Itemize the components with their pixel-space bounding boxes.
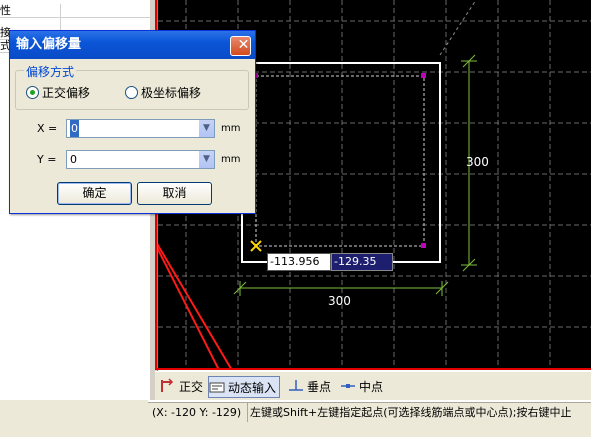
property-row-label: 性	[0, 4, 11, 17]
guide-line	[439, 0, 477, 56]
dynamic-input-x[interactable]: -113.956	[267, 253, 331, 271]
y-unit: mm	[221, 154, 241, 165]
perpendicular-icon	[289, 380, 303, 391]
radio-orthogonal-label: 正交偏移	[42, 86, 91, 100]
section-outline	[241, 62, 441, 263]
dialog-title: 输入偏移量	[16, 37, 82, 52]
y-offset-combo[interactable]: 0 ▼	[66, 150, 215, 169]
snap-toolbar: 正交 动态输入 垂点 中点	[155, 371, 591, 400]
dimension-vertical-label: 300	[466, 155, 489, 169]
close-button[interactable]: ✕	[230, 36, 251, 56]
offset-mode-group: 偏移方式 正交偏移 极坐标偏移	[15, 63, 249, 110]
dynamic-input-label: 动态输入	[228, 380, 277, 395]
rebar-outline	[255, 75, 425, 247]
dynamic-input-toggle[interactable]: 动态输入	[208, 376, 281, 398]
left-bottom-area	[0, 400, 148, 422]
cancel-button[interactable]: 取消	[137, 182, 212, 205]
perpendicular-label: 垂点	[307, 379, 332, 394]
radio-polar-offset[interactable]: 极坐标偏移	[125, 84, 201, 101]
x-offset-value: 0	[70, 120, 79, 137]
dynamic-input-y[interactable]: -129.35	[331, 253, 393, 271]
dialog-title-bar[interactable]: 输入偏移量 ✕	[10, 31, 255, 59]
ortho-toggle[interactable]: 正交	[160, 376, 203, 396]
close-icon: ✕	[237, 37, 250, 53]
annotation-arrow	[158, 243, 233, 370]
chevron-down-icon[interactable]: ▼	[198, 151, 214, 168]
dynamic-input-icon	[209, 382, 225, 393]
midpoint-label: 中点	[359, 379, 384, 394]
x-unit: mm	[221, 123, 241, 134]
ortho-icon	[161, 378, 174, 392]
midpoint-icon	[341, 384, 355, 388]
property-row[interactable]: 性	[0, 4, 150, 18]
ok-button[interactable]: 确定	[57, 182, 132, 205]
radio-polar-label: 极坐标偏移	[141, 86, 202, 100]
radio-checked-icon	[26, 86, 39, 99]
radio-orthogonal-offset[interactable]: 正交偏移	[26, 84, 90, 101]
y-offset-value: 0	[70, 153, 77, 166]
offset-input-dialog: 输入偏移量 ✕ 偏移方式 正交偏移 极坐标偏移 X = 0 ▼ mm Y = 0…	[9, 30, 256, 214]
perpendicular-toggle[interactable]: 垂点	[288, 376, 331, 396]
offset-mode-label: 偏移方式	[24, 63, 77, 80]
status-bar: (X: -120 Y: -129) 左键或Shift+左键指定起点(可选择线筋端…	[148, 402, 591, 423]
status-coordinates: (X: -120 Y: -129)	[152, 403, 248, 423]
radio-unchecked-icon	[125, 86, 138, 99]
dimension-horizontal-label: 300	[328, 294, 351, 308]
midpoint-toggle[interactable]: 中点	[340, 376, 383, 396]
chevron-down-icon[interactable]: ▼	[198, 120, 214, 137]
status-message: 左键或Shift+左键指定起点(可选择线筋端点或中心点);按右键中止	[250, 406, 572, 419]
ortho-label: 正交	[179, 379, 204, 394]
snap-points	[253, 73, 426, 248]
window-bottom-strip	[0, 422, 591, 437]
x-offset-combo[interactable]: 0 ▼	[66, 119, 215, 138]
x-label: X =	[37, 122, 58, 135]
y-label: Y =	[37, 153, 57, 166]
